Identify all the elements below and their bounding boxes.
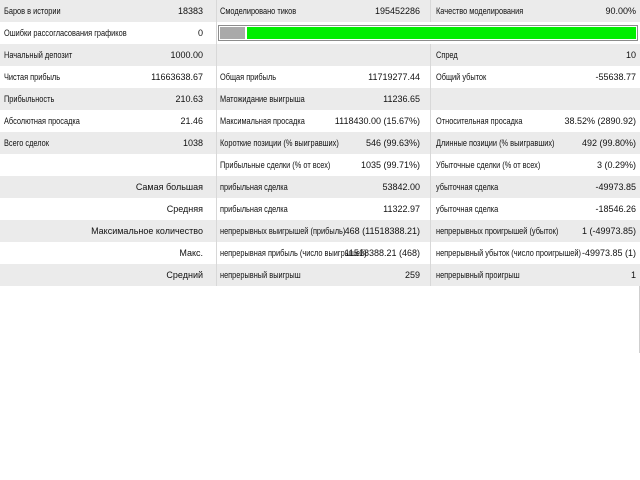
report-row-profit-factor: Прибыльность 210.63 Матожидание выигрыша…: [0, 88, 640, 110]
column-divider: [430, 176, 431, 198]
profit-factor-value: 210.63: [175, 94, 203, 104]
spread-value: 10: [625, 50, 636, 60]
average-label: Средняя: [166, 204, 203, 214]
column-divider: [430, 44, 431, 66]
max-count-label: Максимальное количество: [91, 226, 203, 236]
win-trades-value: 1035 (99.71%): [360, 160, 420, 170]
max-cons-losses-value: 1 (-49973.85): [581, 226, 636, 236]
column-divider: [430, 0, 431, 22]
column-divider: [216, 198, 217, 220]
short-positions-value: 546 (99.63%): [365, 138, 420, 148]
largest-profit-value: 53842.00: [382, 182, 420, 192]
max-cons-wins-value: 468 (11518388.21): [344, 226, 420, 236]
ticks-value: 195452286: [374, 6, 420, 16]
report-row-net-profit: Чистая прибыль 11663638.67 Общая прибыль…: [0, 66, 640, 88]
column-divider: [216, 22, 217, 44]
modeling-quality-bar: [218, 25, 638, 41]
max-drawdown-value: 1118430.00 (15.67%): [334, 116, 420, 126]
column-divider: [216, 44, 217, 66]
mismatch-value: 0: [197, 28, 203, 38]
avg-cons-label: Средний: [166, 270, 203, 280]
column-divider: [430, 132, 431, 154]
report-row-bars: Баров в истории 18383 Смоделировано тико…: [0, 0, 640, 22]
report-row-deposit: Начальный депозит 1000.00 Спред 10: [0, 44, 640, 66]
total-trades-value: 1038: [182, 138, 203, 148]
avg-cons-wins-value: 259: [404, 270, 420, 280]
abs-drawdown-value: 21.46: [180, 116, 203, 126]
long-positions-value: 492 (99.80%): [581, 138, 636, 148]
column-divider: [430, 66, 431, 88]
column-divider: [216, 154, 217, 176]
column-divider: [216, 220, 217, 242]
test-report: Баров в истории 18383 Смоделировано тико…: [0, 0, 640, 353]
avg-cons-losses-value: 1: [630, 270, 636, 280]
column-divider: [430, 88, 431, 110]
max-cons-profit-value: 11518388.21 (468): [344, 248, 420, 258]
largest-label: Самая большая: [135, 182, 203, 192]
column-divider: [216, 66, 217, 88]
column-divider: [216, 0, 217, 22]
gross-loss-value: -55638.77: [595, 72, 636, 82]
quality-bar-unmodeled: [220, 27, 245, 39]
report-row-drawdown: Абсолютная просадка 21.46 Максимальная п…: [0, 110, 640, 132]
report-row-avg-consecutive: Средний непрерывный выигрыш 259 непрерыв…: [0, 264, 640, 286]
net-profit-value: 11663638.67: [151, 72, 203, 82]
report-row-win-loss: Прибыльные сделки (% от всех) 1035 (99.7…: [0, 154, 640, 176]
max-label: Макс.: [179, 248, 203, 258]
column-divider: [430, 110, 431, 132]
bars-value: 18383: [177, 6, 203, 16]
column-divider: [430, 198, 431, 220]
deposit-value: 1000.00: [170, 50, 203, 60]
largest-loss-value: -49973.85: [595, 182, 636, 192]
quality-value: 90.00%: [605, 6, 636, 16]
avg-profit-value: 11322.97: [383, 204, 420, 214]
rel-drawdown-value: 38.52% (2890.92): [564, 116, 636, 126]
report-row-average: Средняя прибыльная сделка 11322.97 убыто…: [0, 198, 640, 220]
quality-bar-fill: [247, 27, 636, 39]
avg-loss-value: -18546.26: [595, 204, 636, 214]
report-row-largest: Самая большая прибыльная сделка 53842.00…: [0, 176, 640, 198]
column-divider: [216, 88, 217, 110]
report-row-trades: Всего сделок 1038 Короткие позиции (% вы…: [0, 132, 640, 154]
max-cons-loss-value: -49973.85 (1): [581, 248, 636, 258]
column-divider: [216, 242, 217, 264]
column-divider: [216, 264, 217, 286]
column-divider: [430, 220, 431, 242]
loss-trades-value: 3 (0.29%): [596, 160, 636, 170]
report-row-max-count: Максимальное количество непрерывных выиг…: [0, 220, 640, 242]
column-divider: [430, 242, 431, 264]
expected-payoff-value: 11236.65: [383, 94, 420, 104]
column-divider: [216, 110, 217, 132]
column-divider: [216, 176, 217, 198]
column-divider: [430, 154, 431, 176]
column-divider: [430, 264, 431, 286]
gross-profit-value: 11719277.44: [368, 72, 420, 82]
report-row-max: Макс. непрерывная прибыль (число выигрыш…: [0, 242, 640, 264]
column-divider: [216, 132, 217, 154]
